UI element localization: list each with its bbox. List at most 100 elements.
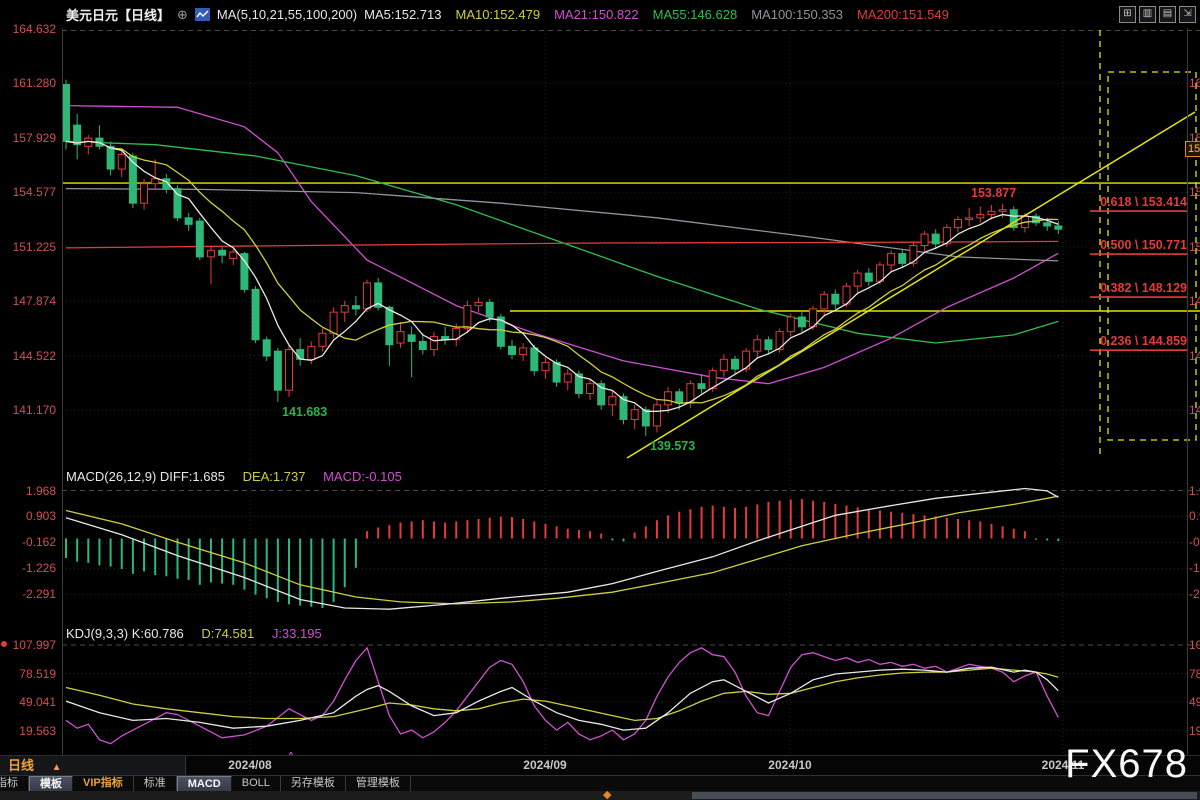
x-axis-month-label: 2024/08 bbox=[215, 758, 285, 772]
kdj-d-value: D:74.581 bbox=[201, 626, 254, 641]
indicator-window-icon[interactable]: ▥ bbox=[1139, 6, 1156, 23]
candle-body bbox=[999, 210, 1006, 212]
tab-macd[interactable]: MACD bbox=[177, 776, 232, 792]
tab-saveas-template[interactable]: 另存模板 bbox=[281, 776, 346, 792]
macd-axis-label: 1.968 bbox=[4, 484, 56, 498]
candle-body bbox=[732, 359, 739, 369]
candle-body bbox=[631, 410, 638, 420]
x-axis-month-label: 2024/09 bbox=[510, 758, 580, 772]
candle-body bbox=[955, 219, 962, 227]
y-axis-label: 147.874 bbox=[4, 294, 56, 308]
kdj-axis-label: 107.997 bbox=[4, 638, 56, 652]
candle-body bbox=[297, 350, 304, 360]
period-selector[interactable]: 日线 ▲ bbox=[0, 756, 186, 776]
price-annotation: 139.573 bbox=[650, 439, 695, 453]
ma5-line bbox=[66, 141, 1058, 411]
export-window-icon[interactable]: ⇲ bbox=[1179, 6, 1196, 23]
candle-body bbox=[765, 340, 772, 350]
candle-body bbox=[263, 340, 270, 356]
candle-body bbox=[352, 306, 359, 309]
ma21-line bbox=[66, 106, 1058, 384]
candle-body bbox=[720, 359, 727, 370]
scrollbar-handle[interactable] bbox=[692, 792, 1197, 799]
kdj-axis-label: 49.041 bbox=[4, 695, 56, 709]
ma200-value: MA200:151.549 bbox=[857, 7, 949, 22]
price-annotation: 153.877 bbox=[971, 186, 1016, 200]
candle-body bbox=[832, 294, 839, 304]
tab-template[interactable]: 模板 bbox=[29, 776, 73, 792]
fx678-watermark: FX678 bbox=[1065, 742, 1188, 787]
candle-body bbox=[219, 250, 226, 255]
y-axis-label: 144.522 bbox=[4, 349, 56, 363]
kdj-right-axis-label: 49.041 bbox=[1189, 695, 1200, 709]
period-arrow-icon: ▲ bbox=[52, 762, 62, 773]
candle-body bbox=[888, 254, 895, 265]
candle-body bbox=[653, 405, 660, 426]
right-axis-label: 14 bbox=[1189, 349, 1200, 363]
ma-values: MA5:152.713MA10:152.479MA21:150.822MA55:… bbox=[364, 7, 963, 22]
tab-boll[interactable]: BOLL bbox=[232, 776, 281, 792]
candle-body bbox=[1055, 226, 1062, 229]
k-line bbox=[66, 667, 1058, 730]
candle-body bbox=[776, 332, 783, 350]
right-axis-label: 14 bbox=[1189, 294, 1200, 308]
candle-body bbox=[230, 252, 237, 259]
macd-right-axis-label: -0.162 bbox=[1189, 535, 1200, 549]
candle-body bbox=[107, 146, 114, 169]
candle-body bbox=[988, 211, 995, 214]
chart-panel-icon[interactable]: ▤ bbox=[1159, 6, 1176, 23]
candle-body bbox=[609, 397, 616, 405]
fib-level-label: 0.618 \ 153.414 bbox=[1090, 195, 1187, 209]
candle-body bbox=[475, 302, 482, 305]
candle-body bbox=[676, 392, 683, 403]
candle-body bbox=[910, 245, 917, 263]
j-line bbox=[66, 648, 1058, 744]
ma10-line bbox=[66, 141, 1058, 403]
scrollbar-marker-icon[interactable]: ◆ bbox=[603, 788, 611, 800]
chart-header: 美元日元【日线】 ⊕ MA(5,10,21,55,100,200) MA5:15… bbox=[66, 5, 963, 24]
candle-body bbox=[932, 234, 939, 244]
right-axis-label: 15 bbox=[1189, 131, 1200, 145]
tab-vip-indicator[interactable]: VIP指标 bbox=[73, 776, 134, 792]
kdj-axis-label: 19.563 bbox=[4, 724, 56, 738]
fib-level-label: 0.382 \ 148.129 bbox=[1090, 281, 1187, 295]
candle-body bbox=[553, 363, 560, 383]
macd-axis-label: 0.903 bbox=[4, 509, 56, 523]
kdj-right-axis-label: 78.519 bbox=[1189, 667, 1200, 681]
candle-body bbox=[63, 85, 70, 142]
candle-body bbox=[141, 184, 148, 204]
price-annotation: 141.683 bbox=[282, 405, 327, 419]
scrollbar-track[interactable]: ◆ bbox=[0, 791, 1200, 800]
right-axis-label: 14 bbox=[1189, 403, 1200, 417]
candle-body bbox=[876, 265, 883, 281]
dea-line bbox=[66, 496, 1058, 604]
macd-right-axis-label: -2.291 bbox=[1189, 587, 1200, 601]
macd-right-axis-label: 0.903 bbox=[1189, 509, 1200, 523]
candle-body bbox=[174, 189, 181, 218]
candle-body bbox=[330, 312, 337, 333]
tab-manage-template[interactable]: 管理模板 bbox=[346, 776, 411, 792]
kdj-header: KDJ(9,3,3) K:60.786 D:74.581 J:33.195 bbox=[66, 626, 322, 641]
candle-body bbox=[509, 346, 516, 354]
candle-body bbox=[698, 384, 705, 389]
candle-body bbox=[966, 218, 973, 220]
kdj-j-value: J:33.195 bbox=[272, 626, 322, 641]
kdj-right-axis-label: 107.997 bbox=[1189, 638, 1200, 652]
candle-body bbox=[642, 410, 649, 426]
ma-group-label: MA(5,10,21,55,100,200) bbox=[217, 7, 357, 22]
macd-header: MACD(26,12,9) DIFF:1.685 DEA:1.737 MACD:… bbox=[66, 469, 402, 484]
candle-body bbox=[430, 337, 437, 350]
candle-body bbox=[118, 154, 125, 169]
candle-body bbox=[542, 363, 549, 371]
candle-body bbox=[129, 156, 136, 203]
candle-body bbox=[1044, 223, 1051, 226]
tab-indicator[interactable]: 指标 bbox=[0, 776, 29, 792]
candle-body bbox=[665, 392, 672, 405]
main-candlestick-pane[interactable] bbox=[0, 30, 1200, 460]
header-toolbar: ⊞▥▤⇲ bbox=[1119, 6, 1196, 23]
grid-layout-icon[interactable]: ⊞ bbox=[1119, 6, 1136, 23]
expand-circle-icon[interactable]: ⊕ bbox=[177, 7, 188, 23]
tab-standard[interactable]: 标准 bbox=[134, 776, 177, 792]
macd-axis-label: -0.162 bbox=[4, 535, 56, 549]
candle-body bbox=[486, 302, 493, 317]
